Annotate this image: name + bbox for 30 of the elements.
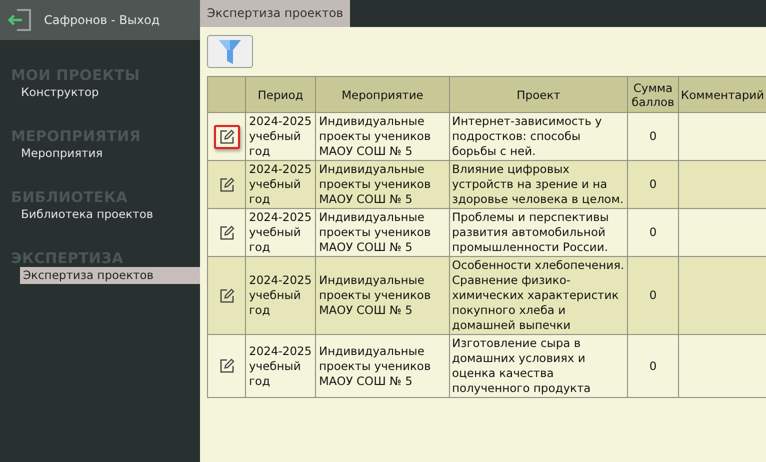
column-header: Проект bbox=[450, 76, 628, 112]
pencil-icon bbox=[218, 288, 234, 304]
table-cell: 0 bbox=[628, 160, 678, 208]
sidebar-item[interactable]: Конструктор bbox=[9, 84, 200, 101]
column-header: Сумма баллов bbox=[628, 76, 678, 112]
edit-button[interactable] bbox=[214, 124, 240, 148]
table-cell: Изготовление сыра в домашних условиях и оценка качества полученного продукта bbox=[450, 334, 628, 398]
pencil-icon bbox=[218, 128, 234, 144]
sidebar-item[interactable]: Библиотека проектов bbox=[9, 206, 200, 223]
table-cell: Индивидуальные проекты учеников МАОУ СОШ № 5 bbox=[316, 160, 450, 208]
table-cell: Влияние цифровых устройств на зрение и на здоровье человека в целом. bbox=[450, 160, 628, 208]
table-cell: 2024-2025 учебный год bbox=[246, 334, 316, 398]
column-header: Комментарий bbox=[678, 76, 766, 112]
exit-icon[interactable] bbox=[8, 7, 34, 33]
tab[interactable]: Экспертиза проектов bbox=[200, 0, 350, 27]
filter-icon bbox=[218, 38, 242, 66]
table-cell: 2024-2025 учебный год bbox=[246, 160, 316, 208]
pencil-icon bbox=[218, 224, 234, 240]
table-cell: 2024-2025 учебный год bbox=[246, 256, 316, 334]
pencil-icon bbox=[218, 176, 234, 192]
table-cell: Индивидуальные проекты учеников МАОУ СОШ № 5 bbox=[316, 334, 450, 398]
table-cell: 0 bbox=[628, 256, 678, 334]
column-header: Период bbox=[246, 76, 316, 112]
table-cell: Индивидуальные проекты учеников МАОУ СОШ № 5 bbox=[316, 256, 450, 334]
table-cell: Особенности хлебопечения. Сравнение физико-химических характеристик покупного хлеба и домашней выпечки bbox=[450, 256, 628, 334]
sidebar-item[interactable]: Экспертиза проектов bbox=[20, 267, 200, 284]
column-header: Мероприятие bbox=[316, 76, 450, 112]
table-cell: 0 bbox=[628, 334, 678, 398]
pencil-icon bbox=[218, 358, 234, 374]
sidebar-item[interactable]: Мероприятия bbox=[9, 145, 200, 162]
